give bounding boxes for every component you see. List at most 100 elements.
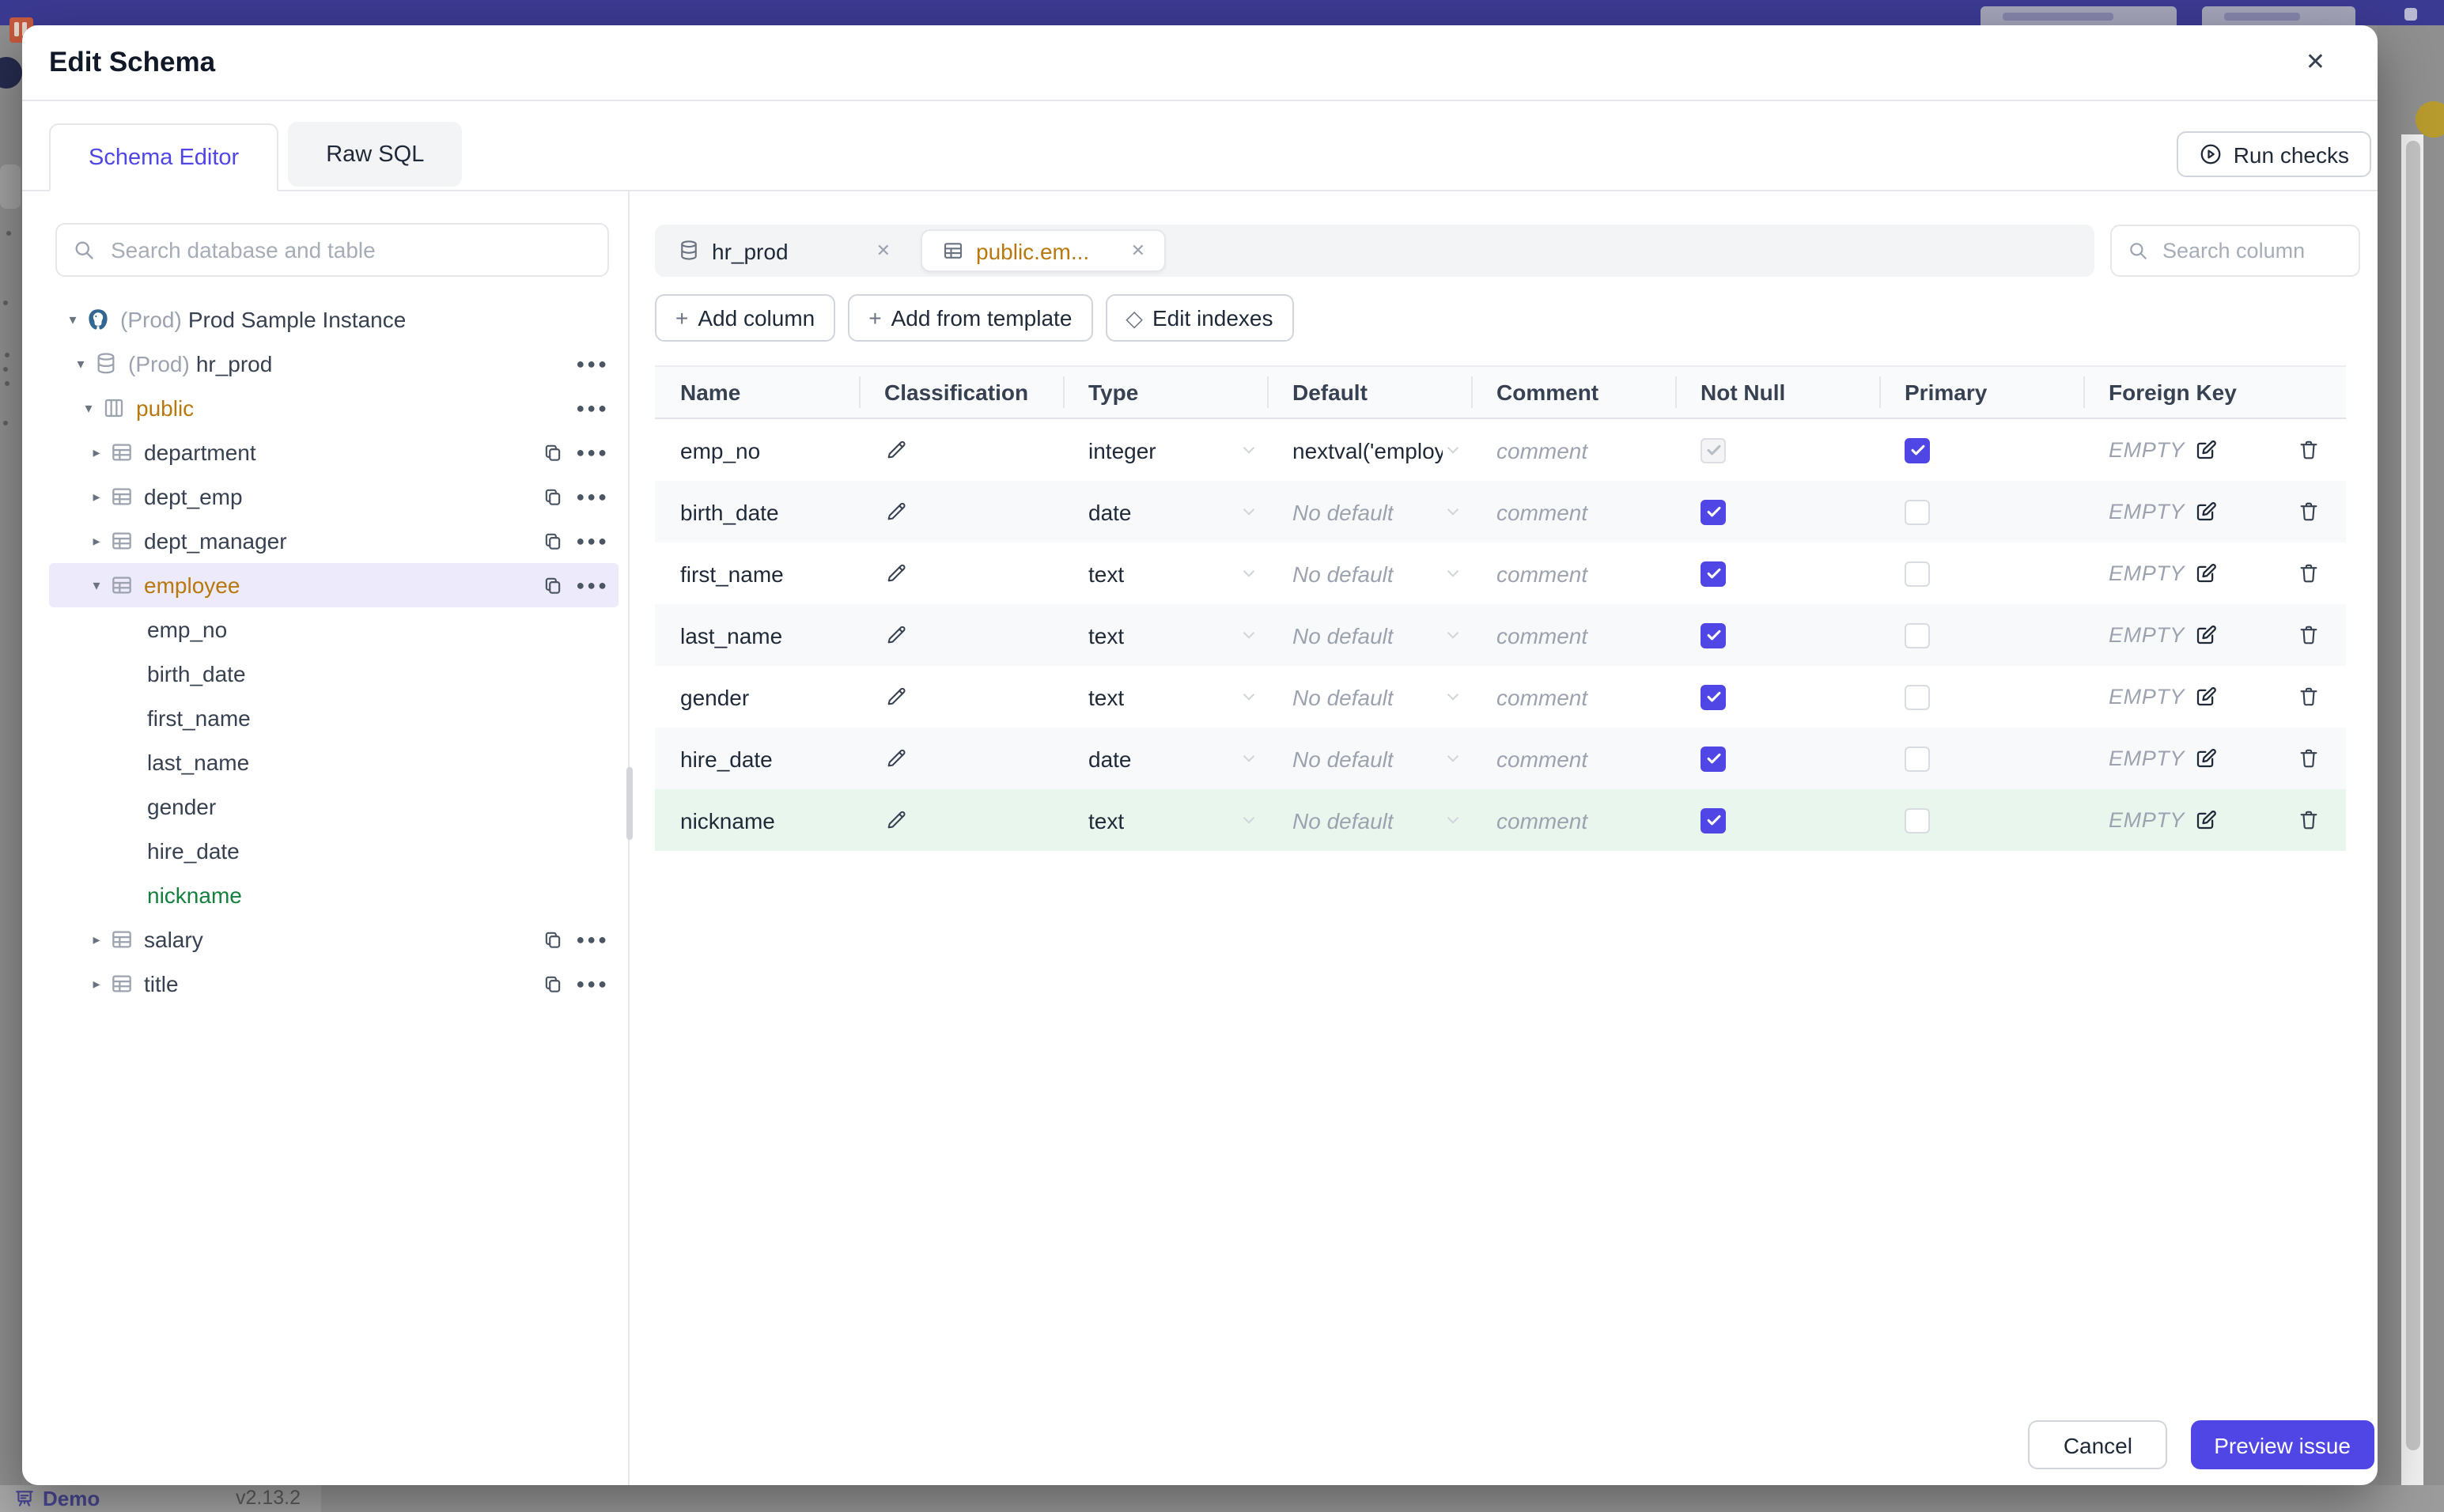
editor-tab-hr-prod[interactable]: hr_prod ✕ <box>655 225 913 277</box>
edit-indexes-button[interactable]: ◇ Edit indexes <box>1105 294 1294 342</box>
classification-cell[interactable] <box>859 728 1063 789</box>
column-search[interactable] <box>2110 225 2360 277</box>
tree-item-first_name[interactable]: first_name <box>49 696 619 740</box>
editor-tab-public-employee[interactable]: public.em... ✕ <box>921 229 1166 272</box>
tree-item-dept_emp[interactable]: ▸ dept_emp ●●● <box>49 474 619 519</box>
more-menu-icon[interactable]: ●●● <box>576 489 609 505</box>
caret-icon[interactable]: ▾ <box>63 311 82 328</box>
not-null-checkbox[interactable] <box>1701 437 1726 463</box>
primary-checkbox[interactable] <box>1905 561 1930 586</box>
primary-checkbox[interactable] <box>1905 622 1930 648</box>
not-null-checkbox[interactable] <box>1701 499 1726 524</box>
close-tab-icon[interactable]: ✕ <box>876 240 891 261</box>
cancel-button[interactable]: Cancel <box>2028 1420 2167 1469</box>
tree-item-title[interactable]: ▸ title ●●● <box>49 962 619 1006</box>
column-name-cell[interactable]: birth_date <box>655 481 859 542</box>
not-null-checkbox[interactable] <box>1701 684 1726 709</box>
edit-foreign-key-icon[interactable] <box>2194 500 2218 524</box>
primary-checkbox[interactable] <box>1905 746 1930 771</box>
caret-icon[interactable]: ▸ <box>87 532 106 550</box>
more-menu-icon[interactable]: ●●● <box>576 444 609 460</box>
tree-item-hr_prod[interactable]: ▾ (Prod) hr_prod ●●● <box>49 342 619 386</box>
edit-foreign-key-icon[interactable] <box>2194 808 2218 832</box>
tree-item-gender[interactable]: gender <box>49 784 619 829</box>
comment-input[interactable]: comment <box>1471 481 1675 542</box>
caret-icon[interactable]: ▸ <box>87 444 106 461</box>
tree-item-salary[interactable]: ▸ salary ●●● <box>49 917 619 962</box>
copy-icon[interactable] <box>543 442 563 463</box>
more-menu-icon[interactable]: ●●● <box>576 533 609 549</box>
primary-checkbox[interactable] <box>1905 437 1930 463</box>
add-from-template-button[interactable]: + Add from template <box>848 294 1093 342</box>
copy-icon[interactable] <box>543 973 563 994</box>
delete-column-icon[interactable] <box>2287 789 2344 851</box>
tree-item-department[interactable]: ▸ department ●●● <box>49 430 619 474</box>
close-icon[interactable]: ✕ <box>2306 51 2325 74</box>
caret-icon[interactable]: ▾ <box>87 576 106 594</box>
caret-icon[interactable]: ▾ <box>79 399 98 417</box>
classification-cell[interactable] <box>859 666 1063 728</box>
type-select[interactable]: integer <box>1063 419 1267 481</box>
comment-input[interactable]: comment <box>1471 789 1675 851</box>
delete-column-icon[interactable] <box>2287 604 2344 666</box>
type-select[interactable]: date <box>1063 728 1267 789</box>
comment-input[interactable]: comment <box>1471 666 1675 728</box>
caret-icon[interactable]: ▸ <box>87 488 106 505</box>
tree-item-last_name[interactable]: last_name <box>49 740 619 784</box>
column-search-input[interactable] <box>2159 237 2343 264</box>
column-name-cell[interactable]: first_name <box>655 542 859 604</box>
type-select[interactable]: text <box>1063 666 1267 728</box>
delete-column-icon[interactable] <box>2287 419 2344 481</box>
copy-icon[interactable] <box>543 929 563 950</box>
column-name-cell[interactable]: emp_no <box>655 419 859 481</box>
caret-icon[interactable]: ▸ <box>87 975 106 992</box>
comment-input[interactable]: comment <box>1471 419 1675 481</box>
not-null-checkbox[interactable] <box>1701 561 1726 586</box>
delete-column-icon[interactable] <box>2287 728 2344 789</box>
tree-item-hire_date[interactable]: hire_date <box>49 829 619 873</box>
more-menu-icon[interactable]: ●●● <box>576 577 609 593</box>
tree-item-employee[interactable]: ▾ employee ●●● <box>49 563 619 607</box>
delete-column-icon[interactable] <box>2287 666 2344 728</box>
default-select[interactable]: No default <box>1267 604 1471 666</box>
page-scrollbar[interactable] <box>2401 134 2423 1485</box>
not-null-checkbox[interactable] <box>1701 807 1726 833</box>
copy-icon[interactable] <box>543 531 563 551</box>
close-tab-icon[interactable]: ✕ <box>1131 240 1145 261</box>
tree-search[interactable] <box>55 223 609 277</box>
edit-foreign-key-icon[interactable] <box>2194 438 2218 462</box>
more-menu-icon[interactable]: ●●● <box>576 356 609 372</box>
edit-foreign-key-icon[interactable] <box>2194 685 2218 709</box>
tree-item-Prod Sample Instance[interactable]: ▾ (Prod) Prod Sample Instance <box>49 297 619 342</box>
delete-column-icon[interactable] <box>2287 481 2344 542</box>
primary-checkbox[interactable] <box>1905 807 1930 833</box>
delete-column-icon[interactable] <box>2287 542 2344 604</box>
classification-cell[interactable] <box>859 789 1063 851</box>
column-name-cell[interactable]: nickname <box>655 789 859 851</box>
copy-icon[interactable] <box>543 575 563 595</box>
preview-issue-button[interactable]: Preview issue <box>2190 1420 2374 1469</box>
primary-checkbox[interactable] <box>1905 499 1930 524</box>
comment-input[interactable]: comment <box>1471 542 1675 604</box>
column-name-cell[interactable]: hire_date <box>655 728 859 789</box>
demo-link[interactable]: Demo <box>14 1487 100 1510</box>
caret-icon[interactable]: ▸ <box>87 931 106 948</box>
default-select[interactable]: No default <box>1267 728 1471 789</box>
page-scrollbar-thumb[interactable] <box>2405 141 2419 1450</box>
default-select[interactable]: No default <box>1267 789 1471 851</box>
copy-icon[interactable] <box>543 486 563 507</box>
not-null-checkbox[interactable] <box>1701 622 1726 648</box>
run-checks-button[interactable]: Run checks <box>2176 131 2371 177</box>
not-null-checkbox[interactable] <box>1701 746 1726 771</box>
tab-raw-sql[interactable]: Raw SQL <box>288 122 463 187</box>
tree-item-emp_no[interactable]: emp_no <box>49 607 619 652</box>
type-select[interactable]: text <box>1063 604 1267 666</box>
edit-foreign-key-icon[interactable] <box>2194 623 2218 647</box>
more-menu-icon[interactable]: ●●● <box>576 400 609 416</box>
default-select[interactable]: No default <box>1267 542 1471 604</box>
tree-search-input[interactable] <box>108 236 592 264</box>
edit-foreign-key-icon[interactable] <box>2194 747 2218 770</box>
edit-foreign-key-icon[interactable] <box>2194 561 2218 585</box>
classification-cell[interactable] <box>859 542 1063 604</box>
comment-input[interactable]: comment <box>1471 604 1675 666</box>
